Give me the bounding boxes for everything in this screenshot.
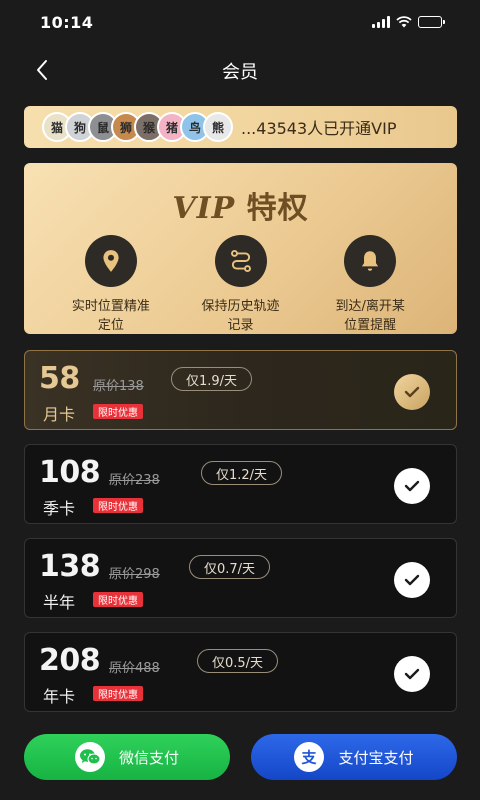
member-avatars: 猫狗鼠狮猴猪鸟熊 [42, 112, 233, 142]
members-banner: 猫狗鼠狮猴猪鸟熊 ...43543人已开通VIP [24, 106, 457, 148]
svg-text:支: 支 [301, 749, 318, 767]
plan-price: 208 [39, 643, 101, 678]
plan-card-halfyear[interactable]: 138 原价298 仅0.7/天 半年 限时优惠 [24, 538, 457, 618]
vip-title: VIP 特权 [24, 183, 457, 227]
check-icon[interactable] [394, 562, 430, 598]
wechat-pay-button[interactable]: 微信支付 [24, 734, 230, 780]
plan-original-price: 原价238 [109, 473, 160, 488]
alipay-label: 支付宝支付 [338, 748, 414, 767]
plan-original-price: 原价138 [93, 379, 144, 394]
check-icon[interactable] [394, 374, 430, 410]
plan-name: 年卡 [43, 687, 76, 706]
feature-arrival-alert: 到达/离开某 位置提醒 [305, 235, 435, 335]
alipay-icon: 支 [294, 742, 325, 772]
status-time: 10:14 [40, 12, 94, 32]
route-track-icon [214, 235, 267, 287]
feature-label: 实时位置精准 定位 [71, 299, 150, 333]
vip-features: 实时位置精准 定位 保持历史轨迹 记录 到达/离开某 位置提醒 [46, 235, 435, 335]
feature-history-track: 保持历史轨迹 记录 [176, 235, 306, 335]
nav-bar: 会员 [0, 48, 480, 92]
plan-price: 138 [39, 549, 101, 584]
check-icon[interactable] [394, 656, 430, 692]
feature-label: 到达/离开某 位置提醒 [335, 299, 405, 333]
plan-badge: 限时优惠 [93, 498, 143, 513]
wechat-pay-label: 微信支付 [118, 748, 179, 767]
vip-title-cn: 特权 [246, 191, 309, 226]
vip-privileges-card: VIP 特权 实时位置精准 定位 保持历史轨迹 记录 到达/离开某 位置提醒 [24, 163, 457, 334]
status-bar: 10:14 [0, 0, 480, 44]
plan-daily-price: 仅1.2/天 [201, 461, 283, 485]
plan-badge: 限时优惠 [93, 686, 143, 701]
plan-name: 半年 [43, 593, 76, 612]
check-icon[interactable] [394, 468, 430, 504]
plan-price: 108 [39, 455, 101, 490]
plan-card-monthly[interactable]: 58 原价138 仅1.9/天 月卡 限时优惠 [24, 350, 457, 430]
members-count-text: ...43543人已开通VIP [241, 119, 397, 138]
plan-daily-price: 仅0.5/天 [197, 649, 279, 673]
battery-icon [418, 16, 445, 28]
wifi-icon [396, 16, 412, 28]
plan-card-yearly[interactable]: 208 原价488 仅0.5/天 年卡 限时优惠 [24, 632, 457, 712]
status-icons [372, 16, 445, 28]
plan-name: 月卡 [43, 405, 76, 424]
plan-daily-price: 仅0.7/天 [189, 555, 271, 579]
signal-icon [372, 16, 390, 28]
feature-label: 保持历史轨迹 记录 [201, 299, 280, 333]
plan-original-price: 原价298 [109, 567, 160, 582]
alipay-button[interactable]: 支 支付宝支付 [251, 734, 457, 780]
plan-price: 58 [39, 361, 80, 396]
vip-title-en: VIP [172, 191, 236, 226]
plan-name: 季卡 [43, 499, 76, 518]
avatar: 熊 [203, 112, 233, 142]
plan-daily-price: 仅1.9/天 [171, 367, 253, 391]
plan-original-price: 原价488 [109, 661, 160, 676]
feature-realtime-location: 实时位置精准 定位 [46, 235, 176, 335]
plan-badge: 限时优惠 [93, 592, 143, 607]
page-title: 会员 [222, 62, 258, 83]
wechat-icon [74, 742, 105, 772]
location-pin-icon [84, 235, 137, 287]
plan-card-quarterly[interactable]: 108 原价238 仅1.2/天 季卡 限时优惠 [24, 444, 457, 524]
bell-icon [344, 235, 397, 287]
plan-badge: 限时优惠 [93, 404, 143, 419]
